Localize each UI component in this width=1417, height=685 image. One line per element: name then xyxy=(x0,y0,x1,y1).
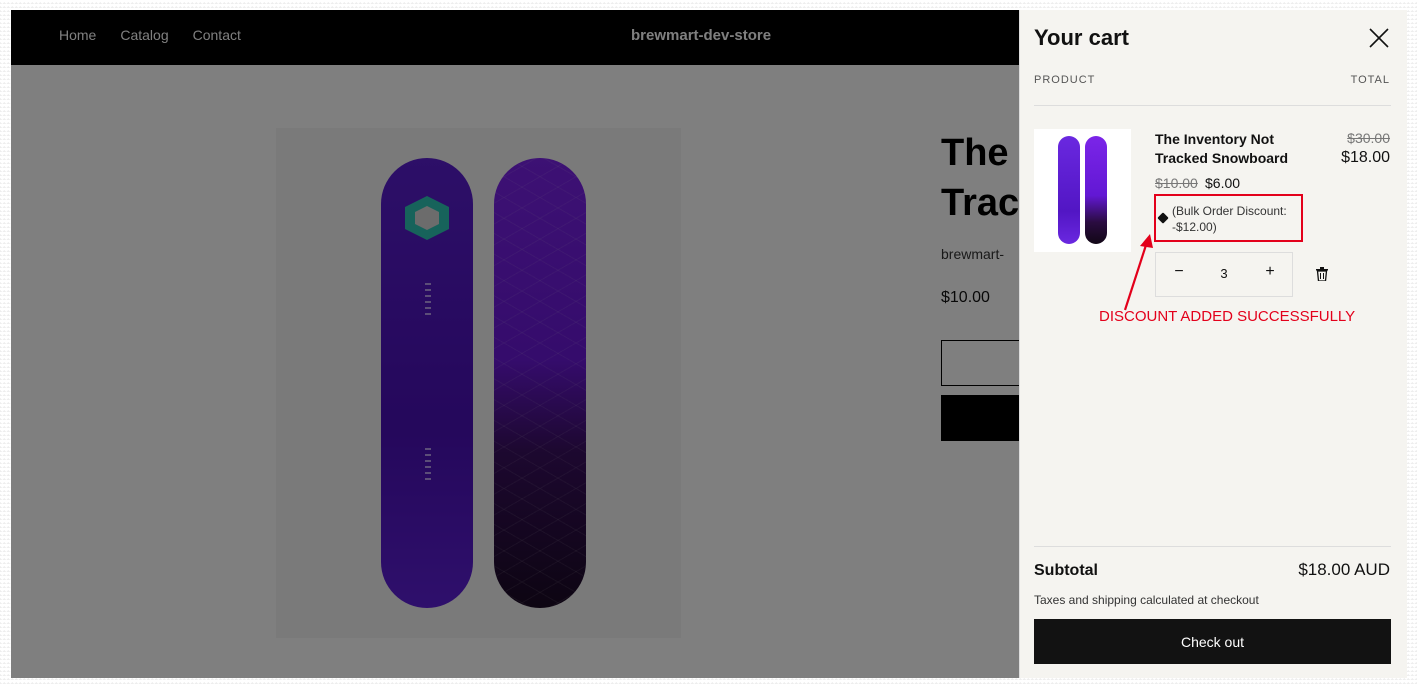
cart-title: Your cart xyxy=(1034,25,1129,50)
trash-icon[interactable] xyxy=(1316,267,1328,282)
cart-drawer: Your cart PRODUCT TOTAL The Inventory No… xyxy=(1019,10,1407,678)
divider xyxy=(1034,546,1391,547)
decrease-quantity-button[interactable]: − xyxy=(1169,263,1189,281)
browser-viewport: Home Catalog Contact brewmart-dev-store … xyxy=(11,10,1407,678)
discount-highlight-box: (Bulk Order Discount: -$12.00) xyxy=(1154,194,1303,242)
close-icon[interactable] xyxy=(1366,25,1392,51)
cart-item-thumbnail[interactable] xyxy=(1034,129,1131,252)
discount-tag-icon xyxy=(1157,212,1169,224)
column-header-total: TOTAL xyxy=(1350,74,1390,86)
increase-quantity-button[interactable]: + xyxy=(1260,263,1280,281)
divider xyxy=(1034,105,1391,106)
quantity-input[interactable]: 3 xyxy=(1212,266,1236,281)
line-original-price: $30.00 xyxy=(1347,130,1390,146)
unit-final-price: $6.00 xyxy=(1205,175,1241,191)
thumb-board-top xyxy=(1058,136,1080,244)
subtotal-value: $18.00 AUD xyxy=(1298,560,1390,579)
arrow-annotation-icon xyxy=(1123,234,1153,311)
cart-item-name[interactable]: The Inventory Not Tracked Snowboard xyxy=(1155,130,1315,168)
tax-note: Taxes and shipping calculated at checkou… xyxy=(1034,593,1259,607)
thumb-board-base xyxy=(1085,136,1107,244)
line-final-price: $18.00 xyxy=(1341,149,1390,166)
unit-original-price: $10.00 xyxy=(1155,175,1198,191)
quantity-stepper: − 3 + xyxy=(1155,252,1293,297)
column-header-product: PRODUCT xyxy=(1034,74,1096,86)
discount-label: (Bulk Order Discount: -$12.00) xyxy=(1172,204,1287,234)
discount-annotation-text: DISCOUNT ADDED SUCCESSFULLY xyxy=(1099,308,1356,325)
subtotal-label: Subtotal xyxy=(1034,562,1098,579)
checkout-button[interactable]: Check out xyxy=(1034,619,1391,664)
